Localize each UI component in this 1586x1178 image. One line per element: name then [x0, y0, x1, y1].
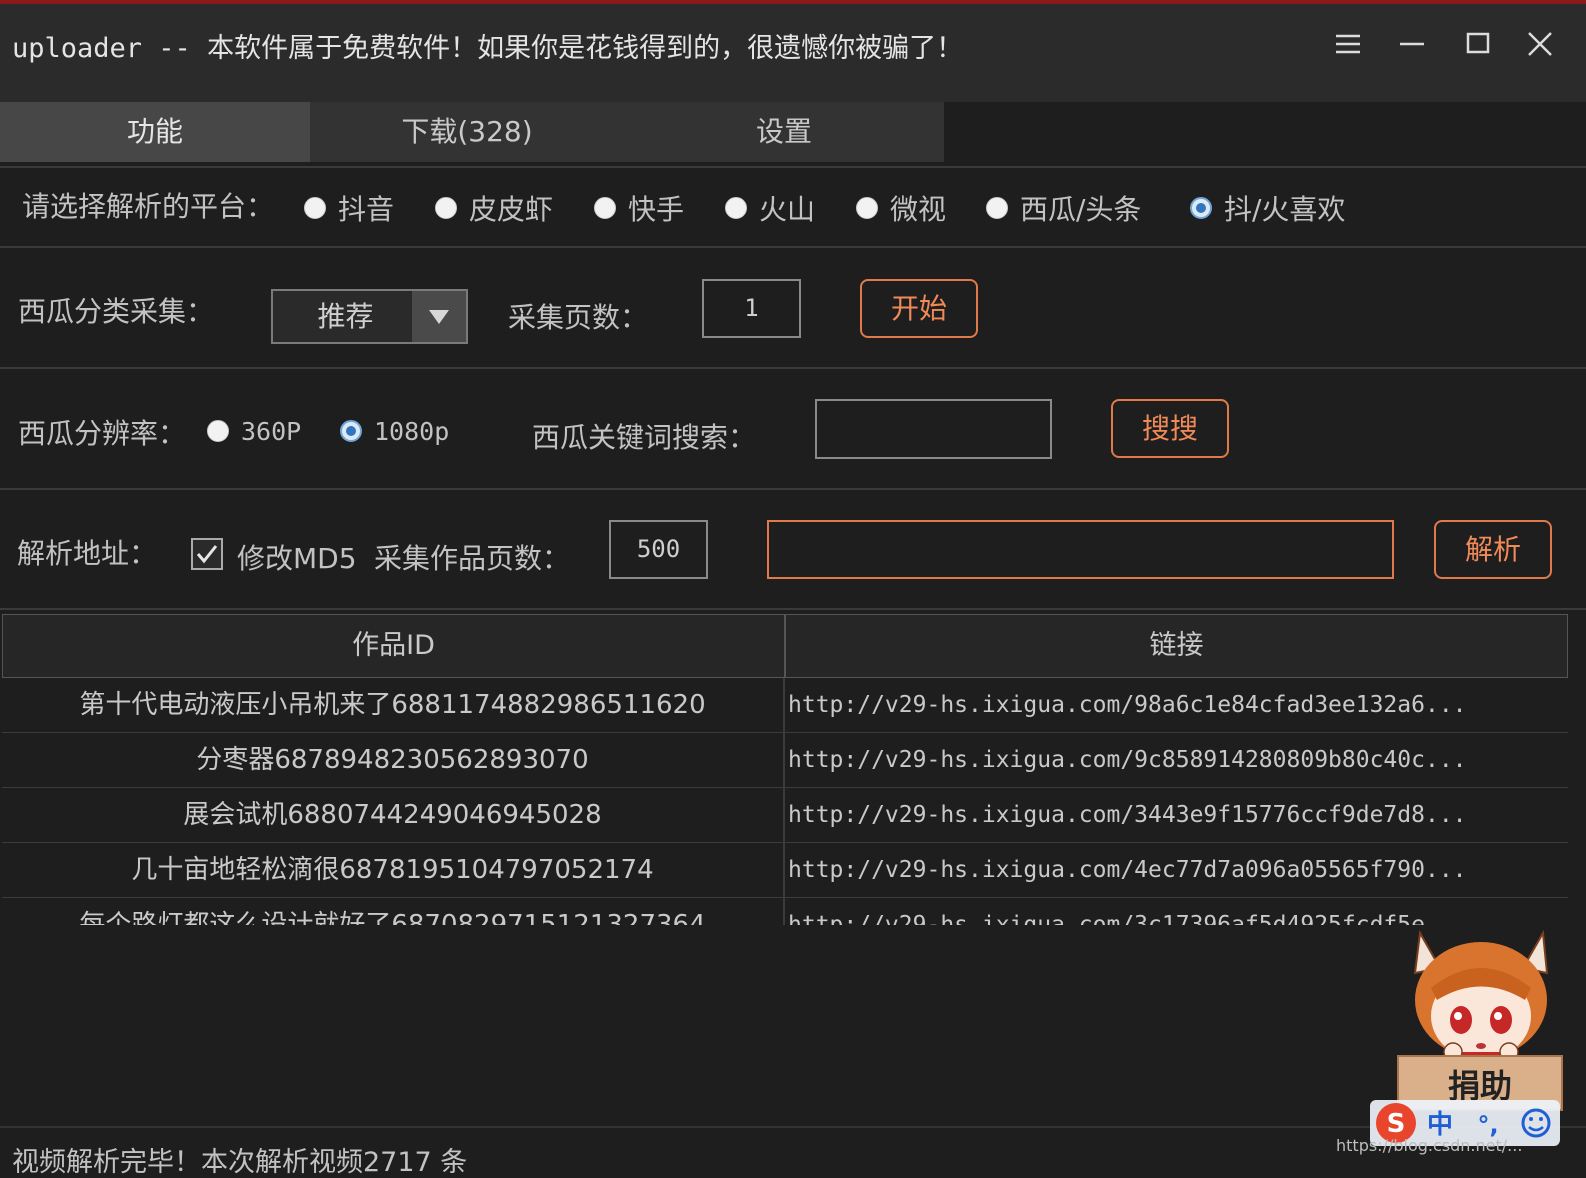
divider: [0, 1126, 1586, 1128]
radio-dot-checked: [1190, 197, 1212, 219]
cell-work-id: 几十亩地轻松滴很6878195104797052174: [131, 855, 654, 885]
table-row[interactable]: 几十亩地轻松滴很6878195104797052174 http://v29-h…: [2, 843, 1568, 898]
cell-link: http://v29-hs.ixigua.com/9c858914280809b…: [788, 747, 1467, 773]
tab-features[interactable]: 功能: [0, 102, 310, 162]
radio-dot: [304, 197, 326, 219]
minimize-button[interactable]: [1390, 22, 1434, 66]
close-button[interactable]: [1518, 22, 1562, 66]
parse-url-label: 解析地址：: [17, 537, 158, 570]
tab-bar: 功能 下载(328) 设置: [0, 102, 944, 162]
table-row[interactable]: 每个路灯都这么设计就好了6870829715121327364 http://v…: [2, 898, 1568, 925]
maximize-button[interactable]: [1456, 22, 1500, 66]
cell-work-id: 分枣器6878948230562893070: [196, 745, 589, 775]
table-header: 作品ID 链接: [2, 614, 1568, 678]
cell-link: http://v29-hs.ixigua.com/98a6c1e84cfad3e…: [788, 692, 1467, 718]
radio-dot: [435, 197, 457, 219]
title-bar: uploader -- 本软件属于免费软件！如果你是花钱得到的，很遗憾你被骗了！: [0, 4, 1586, 102]
cell-work-id: 每个路灯都这么设计就好了6870829715121327364: [79, 910, 706, 925]
checkmark-icon: [196, 545, 218, 564]
divider: [0, 367, 1586, 369]
radio-label: 抖音: [338, 193, 395, 226]
divider: [0, 166, 1586, 168]
radio-dot: [725, 197, 747, 219]
radio-label: 西瓜/头条: [1020, 193, 1142, 226]
column-separator: [783, 678, 785, 733]
table-row[interactable]: 第十代电动液压小吊机来了6881174882986511620 http://v…: [2, 678, 1568, 733]
radio-dou-huo-likes[interactable]: 抖/火喜欢: [1190, 188, 1345, 228]
svg-text:S: S: [1387, 1109, 1406, 1139]
status-text: 视频解析完毕！本次解析视频2717 条: [12, 1147, 468, 1178]
radio-1080p[interactable]: 1080p: [340, 411, 449, 451]
platform-label: 请选择解析的平台：: [22, 190, 275, 223]
chevron-down-icon: [429, 310, 449, 324]
radio-weishi[interactable]: 微视: [856, 188, 946, 228]
radio-label: 火山: [759, 193, 816, 226]
window-title: uploader -- 本软件属于免费软件！如果你是花钱得到的，很遗憾你被骗了！: [12, 33, 964, 64]
column-separator: [783, 843, 785, 898]
dropdown-arrow[interactable]: [412, 291, 466, 342]
radio-label: 抖/火喜欢: [1224, 193, 1346, 226]
divider: [0, 488, 1586, 490]
watermark: https://blog.csdn.net/...: [1336, 1136, 1523, 1155]
tab-downloads[interactable]: 下载(328): [310, 102, 624, 162]
radio-dot: [594, 197, 616, 219]
radio-dot: [856, 197, 878, 219]
parse-url-input[interactable]: [767, 520, 1394, 579]
parse-button[interactable]: 解析: [1434, 520, 1552, 579]
cell-link: http://v29-hs.ixigua.com/3443e9f15776ccf…: [788, 802, 1467, 828]
cell-work-id: 第十代电动液压小吊机来了6881174882986511620: [79, 690, 706, 720]
radio-huoshan[interactable]: 火山: [725, 188, 815, 228]
md5-label: 修改MD5: [237, 542, 357, 575]
works-pages-input[interactable]: 500: [609, 520, 708, 579]
pages-input[interactable]: 1: [702, 279, 801, 338]
radio-kuaishou[interactable]: 快手: [594, 188, 684, 228]
works-pages-label: 采集作品页数：: [374, 542, 571, 575]
keyword-label: 西瓜关键词搜索：: [532, 421, 757, 454]
resolution-label: 西瓜分辨率：: [18, 417, 187, 450]
radio-pipixia[interactable]: 皮皮虾: [435, 188, 553, 228]
column-separator: [783, 733, 785, 788]
radio-dot: [207, 420, 229, 442]
keyword-search-input[interactable]: [815, 399, 1052, 459]
cell-link: http://v29-hs.ixigua.com/4ec77d7a096a055…: [788, 857, 1467, 883]
column-separator: [783, 898, 785, 925]
radio-label: 快手: [628, 193, 685, 226]
search-button[interactable]: 搜搜: [1111, 399, 1229, 458]
radio-label: 360P: [241, 416, 302, 446]
start-button[interactable]: 开始: [860, 279, 978, 338]
menu-button[interactable]: [1326, 22, 1370, 66]
column-header-link[interactable]: 链接: [786, 615, 1567, 677]
radio-dot: [986, 197, 1008, 219]
category-selected: 推荐: [317, 300, 374, 333]
radio-360p[interactable]: 360P: [207, 411, 301, 451]
close-icon: [1528, 32, 1552, 56]
table-row[interactable]: 分枣器6878948230562893070 http://v29-hs.ixi…: [2, 733, 1568, 788]
cell-link: http://v29-hs.ixigua.com/3c17396af5d4925…: [788, 912, 1467, 925]
radio-label: 皮皮虾: [469, 193, 554, 226]
category-dropdown[interactable]: 推荐: [271, 289, 468, 344]
table-row[interactable]: 展会试机6880744249046945028 http://v29-hs.ix…: [2, 788, 1568, 843]
ime-punct: °,: [1477, 1111, 1498, 1139]
radio-dot-checked: [340, 420, 362, 442]
category-label: 西瓜分类采集：: [18, 295, 215, 328]
radio-douyin[interactable]: 抖音: [304, 188, 394, 228]
column-separator: [783, 788, 785, 843]
tab-settings[interactable]: 设置: [624, 102, 944, 162]
radio-xigua-toutiao[interactable]: 西瓜/头条: [986, 188, 1141, 228]
results-table: 作品ID 链接 第十代电动液压小吊机来了6881174882986511620 …: [2, 614, 1568, 925]
divider: [0, 246, 1586, 248]
radio-label: 1080p: [374, 416, 450, 446]
radio-label: 微视: [890, 193, 947, 226]
divider: [0, 608, 1586, 610]
minimize-icon: [1400, 42, 1424, 46]
maximize-icon: [1466, 32, 1490, 54]
cell-work-id: 展会试机6880744249046945028: [183, 800, 602, 830]
menu-icon: [1336, 34, 1360, 54]
pages-label: 采集页数：: [508, 301, 649, 334]
column-header-id[interactable]: 作品ID: [3, 615, 784, 677]
md5-checkbox[interactable]: [191, 538, 223, 570]
